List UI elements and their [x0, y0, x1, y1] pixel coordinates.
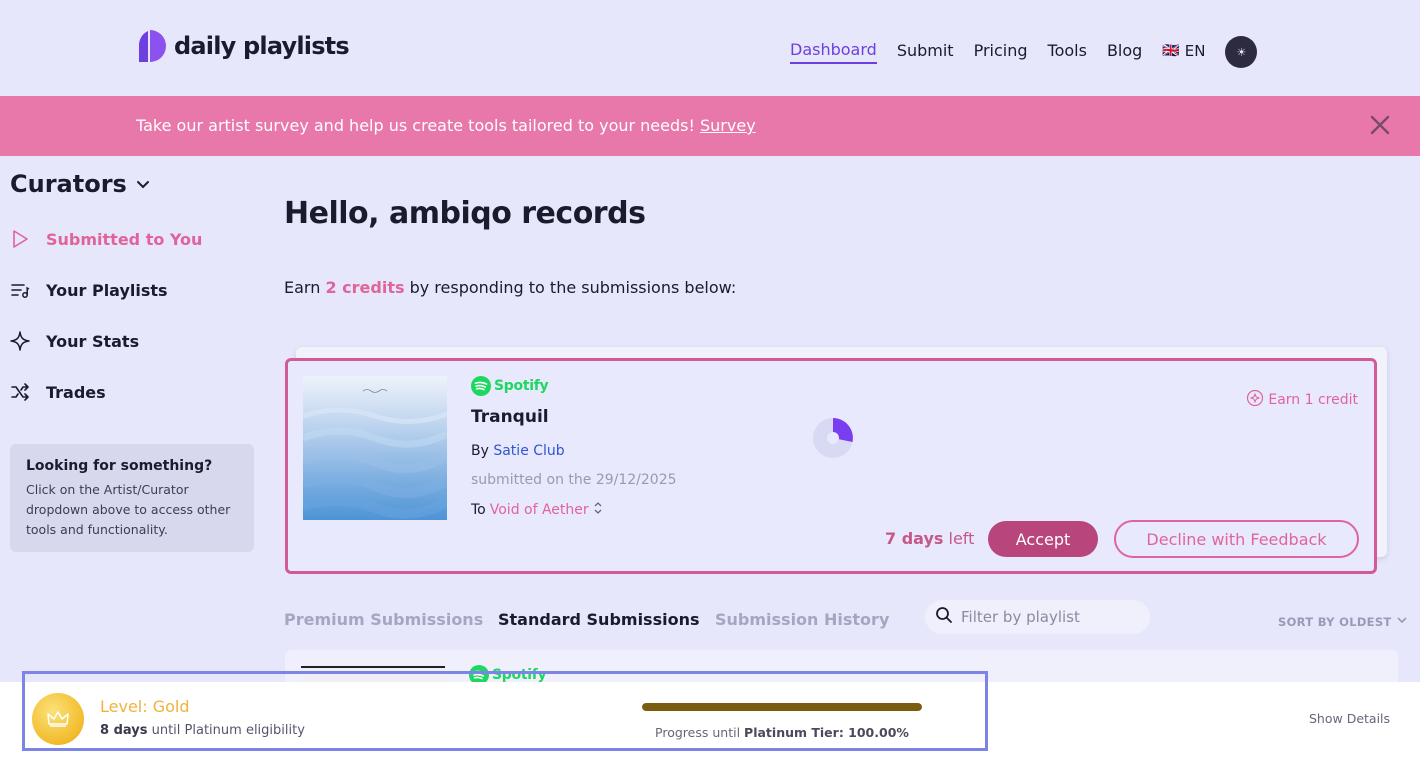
earn-suffix: by responding to the submissions below: — [409, 278, 737, 297]
earn-prefix: Earn — [284, 278, 321, 297]
submitted-date: 29/12/2025 — [595, 472, 677, 488]
progress-prefix: Progress until — [655, 725, 741, 740]
sort-dropdown[interactable]: SORT BY OLDEST — [1278, 614, 1408, 629]
nav-tools[interactable]: Tools — [1048, 41, 1087, 63]
survey-banner: Take our artist survey and help us creat… — [0, 96, 1420, 156]
tab-standard-submissions[interactable]: Standard Submissions — [498, 610, 699, 629]
sidebar-item-submitted[interactable]: Submitted to You — [10, 224, 202, 254]
sidebar-item-label: Trades — [46, 382, 106, 402]
sparkle-icon — [10, 331, 30, 351]
progress-label: Progress until Platinum Tier: 100.00% — [642, 725, 922, 740]
search-icon — [935, 606, 953, 628]
chevron-down-icon — [1396, 614, 1408, 629]
level-days: 8 days — [100, 723, 148, 738]
sidebar-item-label: Your Stats — [46, 331, 140, 351]
tier-progress-fill — [642, 703, 922, 711]
survey-link[interactable]: Survey — [700, 116, 756, 135]
nav-pricing[interactable]: Pricing — [974, 41, 1028, 63]
days-left: 7 days left — [885, 529, 974, 548]
credit-icon — [1246, 389, 1264, 411]
logo-text: daily playlists — [174, 32, 350, 60]
days-suffix: left — [948, 529, 975, 548]
nav-blog[interactable]: Blog — [1107, 41, 1142, 63]
banner-message: Take our artist survey and help us creat… — [136, 116, 695, 135]
banner-text: Take our artist survey and help us creat… — [136, 116, 756, 135]
spotify-icon — [471, 376, 491, 396]
main-nav: Dashboard Submit Pricing Tools Blog 🇬🇧 E… — [790, 36, 1258, 68]
days-count: 7 days — [885, 529, 944, 548]
progress-tier: Platinum Tier: 100.00% — [744, 725, 909, 740]
album-cover[interactable] — [303, 376, 447, 520]
level-subtitle: 8 days until Platinum eligibility — [100, 723, 305, 738]
sidebar-title: Curators — [10, 170, 127, 198]
sidebar-item-stats[interactable]: Your Stats — [10, 326, 139, 356]
theme-toggle-button[interactable]: ☀ — [1225, 36, 1258, 68]
page-title: Hello, ambiqo records — [284, 196, 646, 231]
help-text: Click on the Artist/Curator dropdown abo… — [26, 482, 231, 537]
loading-spinner-icon — [812, 417, 854, 459]
by-label: By — [471, 443, 489, 459]
to-label: To — [471, 502, 486, 518]
tier-progress-bar — [642, 703, 922, 711]
help-box: Looking for something? Click on the Arti… — [10, 444, 254, 552]
artist-link[interactable]: Satie Club — [493, 443, 564, 459]
header: daily playlists Dashboard Submit Pricing… — [0, 0, 1420, 96]
show-details-link[interactable]: Show Details — [1309, 711, 1390, 726]
tab-premium-submissions[interactable]: Premium Submissions — [284, 610, 483, 629]
earn-credit-badge: Earn 1 credit — [1246, 389, 1358, 411]
artist-line: By Satie Club — [471, 443, 565, 459]
uk-flag-icon: 🇬🇧 — [1162, 42, 1180, 59]
language-selector[interactable]: 🇬🇧 EN — [1162, 42, 1205, 63]
logo-icon — [136, 29, 168, 63]
platform-label: Spotify — [494, 378, 549, 394]
submitted-label: submitted on the — [471, 472, 592, 488]
chevron-down-icon — [135, 170, 151, 198]
tab-submission-history[interactable]: Submission History — [715, 610, 889, 629]
sidebar-item-playlists[interactable]: Your Playlists — [10, 275, 168, 305]
earn-credit-label: Earn 1 credit — [1268, 392, 1358, 408]
sidebar-item-label: Your Playlists — [46, 280, 168, 300]
sort-label: SORT BY OLDEST — [1278, 614, 1392, 629]
level-days-suffix: until Platinum eligibility — [151, 723, 305, 738]
play-icon — [10, 229, 30, 249]
gold-medal-icon — [32, 693, 84, 745]
decline-with-feedback-button[interactable]: Decline with Feedback — [1114, 520, 1359, 558]
help-title: Looking for something? — [26, 458, 213, 474]
sidebar-item-label: Submitted to You — [46, 229, 203, 249]
earn-credits-count: 2 credits — [325, 278, 405, 297]
target-playlist-line: To Void of Aether — [471, 501, 603, 519]
sort-arrows-icon[interactable] — [593, 501, 603, 519]
spotify-logo: Spotify — [471, 376, 549, 396]
playlist-icon — [10, 280, 30, 300]
submitted-date-line: submitted on the 29/12/2025 — [471, 472, 677, 488]
shuffle-icon — [10, 382, 30, 402]
playlist-selector[interactable]: Void of Aether — [490, 502, 589, 518]
accept-button[interactable]: Accept — [988, 521, 1098, 557]
level-title: Level: Gold — [100, 697, 190, 716]
track-title: Tranquil — [471, 407, 549, 427]
nav-submit[interactable]: Submit — [897, 41, 954, 63]
logo[interactable]: daily playlists — [136, 29, 350, 63]
close-icon[interactable] — [1366, 111, 1394, 139]
language-label: EN — [1184, 41, 1206, 60]
sidebar-item-trades[interactable]: Trades — [10, 377, 106, 407]
sun-icon: ☀ — [1236, 45, 1247, 59]
filter-input[interactable] — [961, 608, 1141, 626]
playlist-filter — [925, 600, 1150, 634]
submission-card: Spotify Tranquil By Satie Club submitted… — [285, 358, 1377, 574]
earn-credits-line: Earn 2 credits by responding to the subm… — [284, 278, 736, 297]
curators-dropdown[interactable]: Curators — [10, 170, 151, 198]
nav-dashboard[interactable]: Dashboard — [790, 40, 877, 64]
